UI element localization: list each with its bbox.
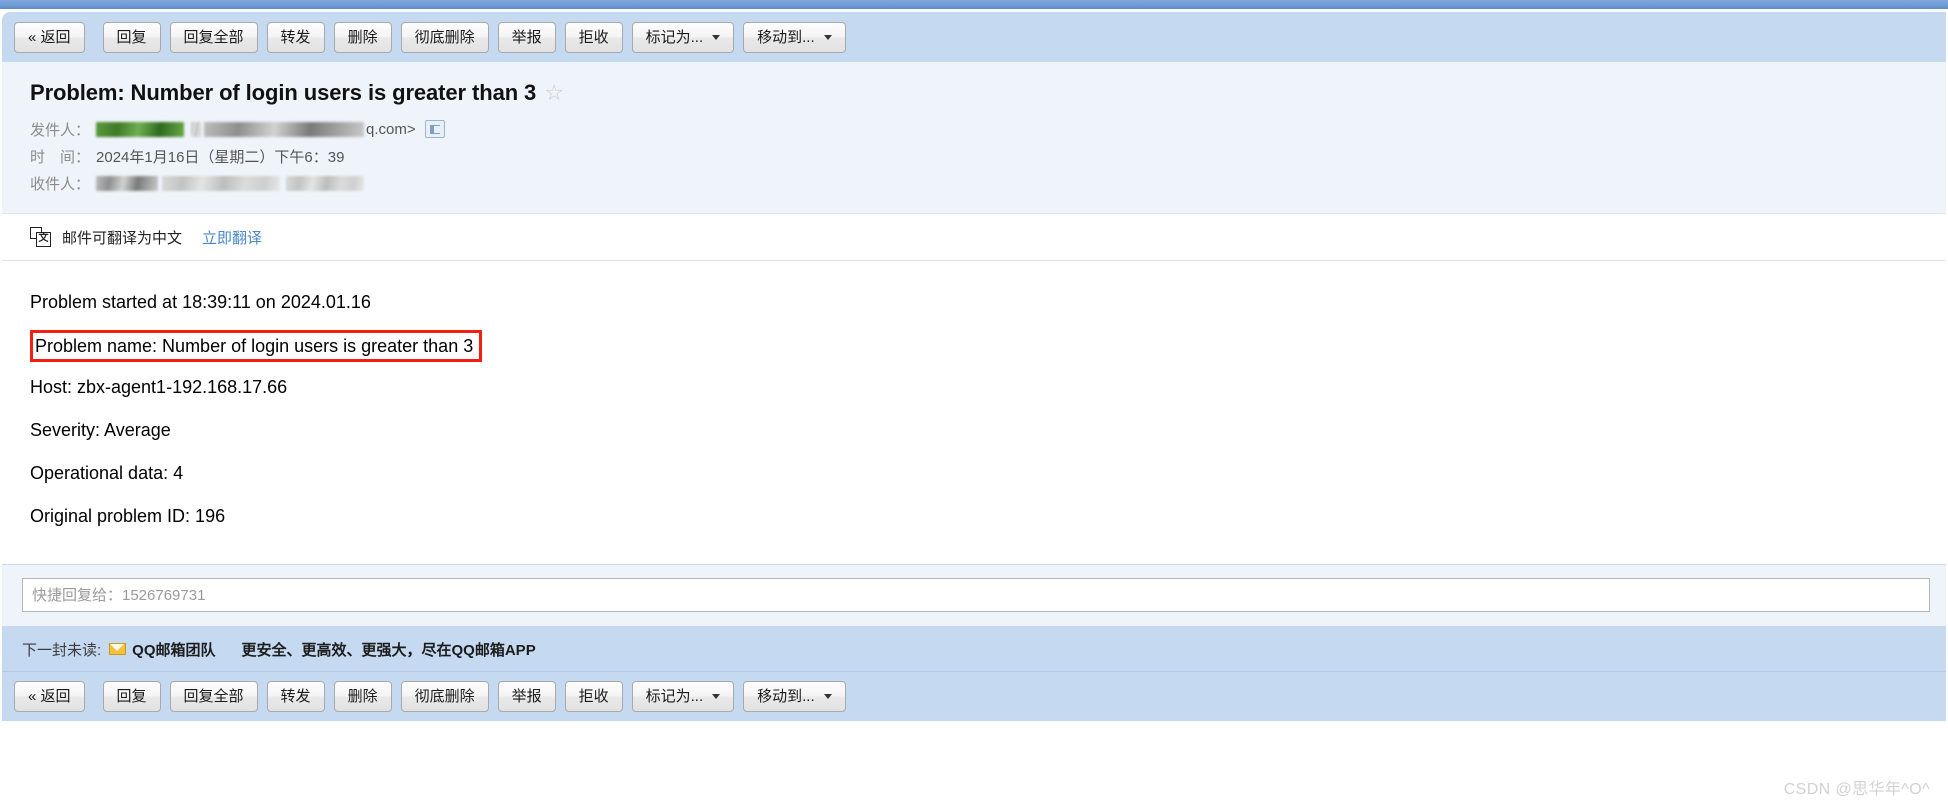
back-button-bottom-label: « 返回 [28,688,71,705]
forward-button-bottom[interactable]: 转发 [266,681,325,712]
contact-card-icon[interactable] [424,120,445,138]
reject-button[interactable]: 拒收 [564,21,623,53]
move-to-dropdown-bottom-label: 移动到... [757,688,815,705]
sender-name-redacted [96,121,185,137]
translate-now-link[interactable]: 立即翻译 [202,227,262,248]
mark-as-dropdown-label: 标记为... [645,28,704,46]
body-line-original-problem-id: Original problem ID: 196 [30,506,226,526]
chevron-down-icon [823,694,832,699]
next-unread-sender[interactable]: QQ邮箱团队 [132,639,215,660]
reply-all-button-bottom[interactable]: 回复全部 [169,681,258,712]
recipient-name-redacted [96,175,159,191]
mark-as-dropdown-bottom-label: 标记为... [645,688,704,705]
quick-reply-input[interactable] [22,578,1930,612]
reply-button[interactable]: 回复 [102,21,161,53]
permanent-delete-button-label: 彻底删除 [414,28,475,46]
forward-button-bottom-label: 转发 [280,688,311,705]
body-line-problem-started: Problem started at 18:39:11 on 2024.01.1… [30,292,371,312]
reply-all-button-label: 回复全部 [183,28,244,46]
permanent-delete-button[interactable]: 彻底删除 [400,21,489,53]
translate-message: 邮件可翻译为中文 [62,229,183,247]
report-button-bottom[interactable]: 举报 [497,681,556,712]
star-icon[interactable]: ☆ [544,82,564,104]
recipient-label: 收件人： [30,175,91,193]
sender-email-open-redacted [191,121,202,137]
next-unread-subject[interactable]: 更安全、更高效、更强大，尽在QQ邮箱APP [242,639,536,660]
mail-body: Problem started at 18:39:11 on 2024.01.1… [2,261,1946,564]
mark-as-dropdown-bottom[interactable]: 标记为... [631,681,735,712]
reply-button-bottom-label: 回复 [116,688,147,705]
envelope-icon [109,643,127,655]
report-button[interactable]: 举报 [497,21,556,53]
recipient-email-redacted [162,175,281,191]
sender-email-suffix: q.com> [366,120,416,138]
recipient-extra-redacted [286,175,365,191]
back-button[interactable]: « 返回 [14,21,85,53]
bottom-toolbar: « 返回 回复 回复全部 转发 删除 彻底删除 举报 拒收 标记为... 移动到… [2,671,1946,721]
body-line-severity: Severity: Average [30,420,171,440]
reject-button-label: 拒收 [578,28,609,46]
delete-button-bottom-label: 删除 [347,688,378,705]
forward-button[interactable]: 转发 [266,21,325,53]
delete-button[interactable]: 删除 [333,21,392,53]
sender-row: 发件人： q.com> [30,118,1946,140]
highlight-wrapper: Problem name: Number of login users is g… [30,330,1946,372]
permanent-delete-button-bottom[interactable]: 彻底删除 [400,681,489,712]
reply-all-button-bottom-label: 回复全部 [183,688,244,705]
page-title: Problem: Number of login users is greate… [30,80,537,105]
sender-label: 发件人： [30,121,91,139]
date-value: 2024年1月16日（星期二）下午6：39 [96,148,345,166]
report-button-label: 举报 [511,28,542,46]
chevron-down-icon [712,694,721,699]
delete-button-label: 删除 [347,28,378,46]
body-line-problem-name: Problem name: Number of login users is g… [30,330,483,362]
back-button-bottom[interactable]: « 返回 [14,681,85,712]
top-toolbar: « 返回 回复 回复全部 转发 删除 彻底删除 举报 拒收 标记为... 移动到… [2,12,1946,62]
watermark: CSDN @思华年^O^ [1783,781,1930,798]
quick-reply-zone [2,564,1946,627]
report-button-bottom-label: 举报 [511,688,542,705]
sender-email-redacted [204,121,365,137]
body-line-operational-data: Operational data: 4 [30,463,184,483]
date-row: 时 间： 2024年1月16日（星期二）下午6：39 [30,145,1946,167]
move-to-dropdown[interactable]: 移动到... [743,21,846,53]
reply-all-button[interactable]: 回复全部 [169,21,258,53]
next-unread-label: 下一封未读: [22,641,102,659]
subject-row: Problem: Number of login users is greate… [30,80,1946,106]
window-accent-strip [0,0,1948,9]
body-line-host: Host: zbx-agent1-192.168.17.66 [30,377,288,397]
translate-icon: 文 [30,227,52,247]
reply-button-label: 回复 [116,28,147,46]
move-to-dropdown-label: 移动到... [757,28,815,46]
chevron-down-icon [712,34,721,40]
reject-button-bottom[interactable]: 拒收 [564,681,623,712]
mark-as-dropdown[interactable]: 标记为... [631,21,735,53]
mail-reading-panel: « 返回 回复 回复全部 转发 删除 彻底删除 举报 拒收 标记为... 移动到… [2,12,1946,721]
back-button-label: « 返回 [28,28,71,46]
reply-button-bottom[interactable]: 回复 [102,681,161,712]
reject-button-bottom-label: 拒收 [578,688,609,705]
mail-header: Problem: Number of login users is greate… [2,62,1946,214]
move-to-dropdown-bottom[interactable]: 移动到... [743,681,846,712]
translate-bar: 文 邮件可翻译为中文 立即翻译 [2,214,1946,261]
forward-button-label: 转发 [280,28,311,46]
permanent-delete-button-bottom-label: 彻底删除 [414,688,475,705]
date-label: 时 间： [30,148,91,166]
chevron-down-icon [823,34,832,40]
delete-button-bottom[interactable]: 删除 [333,681,392,712]
recipient-row: 收件人： [30,172,1946,194]
next-unread-bar: 下一封未读: QQ邮箱团队 更安全、更高效、更强大，尽在QQ邮箱APP [2,627,1946,671]
